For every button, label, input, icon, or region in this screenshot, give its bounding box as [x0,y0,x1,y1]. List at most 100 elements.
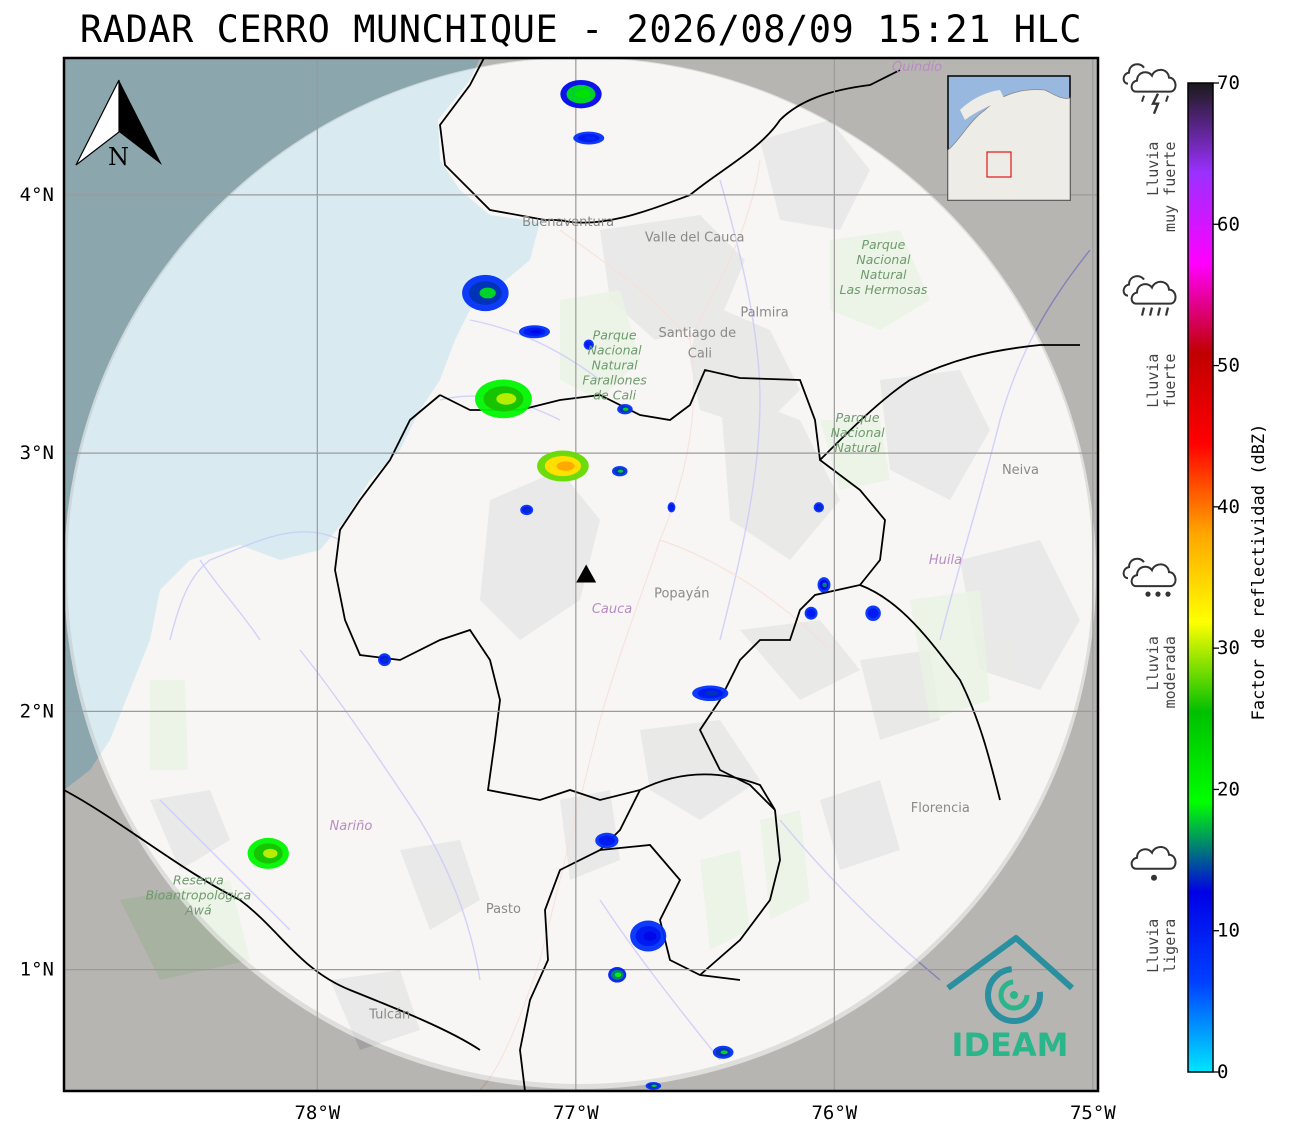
lat-tick-label: 3°N [20,442,54,464]
radar-echo [712,1045,734,1059]
place-label: Quindío [892,60,942,75]
colorbar-tick-label: 50 [1217,355,1240,377]
place-label: Santiago de [658,326,736,341]
echo-core [617,469,624,473]
radar-figure: Buenaventura Valle del Cauca Palmira Santia… [20,56,1269,1124]
echo-core [651,1084,657,1087]
park-label: Awá [184,902,212,917]
radar-echo [475,379,532,419]
echo-core [720,1050,728,1055]
legend-label-line1: Lluvia [1144,636,1162,690]
park-label: Parque [836,410,880,425]
lon-tick-label: 76°W [811,1102,857,1124]
park-label: Las Hermosas [840,282,928,297]
park-label: Bioantropológica [146,887,252,902]
park-label: Farallones [582,372,647,387]
place-label: Neiva [1002,463,1039,478]
place-label: Tulcán [368,1008,410,1023]
radar-echo [865,605,881,621]
radar-echo [667,502,676,513]
echo-core [817,505,822,509]
legend-label-line1: Lluvia [1144,142,1162,196]
lat-tick-label: 4°N [20,184,54,206]
logo-text: IDEAM [952,1026,1069,1064]
legend-label-line2: muy fuerte [1161,142,1179,232]
colorbar-title: Factor de reflectividad (dBZ) [1249,424,1269,721]
park-label: de Cali [593,387,636,402]
radar-echo [560,79,602,109]
echo-core [496,393,517,405]
park-label: Natural [592,357,639,372]
echo-core [871,610,877,616]
map-panel[interactable]: Buenaventura Valle del Cauca Palmira Santia… [64,57,1098,1091]
radar-echo [617,404,633,415]
radar-echo [573,131,605,145]
echo-core [623,407,629,411]
echo-core [822,582,827,588]
echo-core [809,611,814,616]
colorbar-tick-label: 10 [1217,920,1240,942]
radar-echo [518,325,550,339]
echo-core [614,972,622,978]
echo-core [603,838,613,843]
radar-echo [630,920,667,952]
legend-item: Lluvia ligera [1130,845,1179,973]
place-label: Palmira [740,305,788,320]
radar-echo [645,1081,662,1090]
legend-label-line2: ligera [1161,919,1179,973]
place-label: Buenaventura [522,215,614,230]
park-label: Reserva [173,872,224,887]
radar-echo [537,450,589,482]
lon-tick-label: 75°W [1070,1102,1116,1124]
radar-echo [608,967,627,983]
radar-echo [520,504,534,516]
rain-cloud-icon [1130,845,1177,881]
park-label: Natural [860,267,907,282]
colorbar-tick-label: 30 [1217,637,1240,659]
colorbar-gradient [1187,82,1214,1073]
place-label: Popayán [654,587,709,602]
echo-core [263,848,278,859]
echo-core [705,690,719,696]
echo-core [584,136,596,140]
place-label: Huila [929,553,962,568]
echo-core [382,657,388,662]
colorbar-tick-label: 20 [1217,778,1240,800]
radar-echo [247,837,289,869]
radar-echo [612,466,628,477]
park-label: Natural [835,440,882,455]
legend-label-line2: fuerte [1161,354,1179,408]
colorbar: 0 10 20 30 40 50 60 70 Factor de reflectividad … [1187,72,1269,1083]
legend-label-line2: moderada [1161,636,1179,708]
colorbar-tick-label: 70 [1217,72,1240,94]
radar-echo [692,685,729,702]
radar-echo [817,577,831,593]
echo-core [575,89,591,99]
intensity-legend: Lluvia muy fuerteLluvia fuerteLluvia modera… [1122,63,1179,973]
north-arrow-label: N [108,143,129,171]
longitude-tick-labels: 78°W 77°W 76°W 75°W [294,1102,1116,1124]
rain-cloud-icon [1122,63,1177,115]
lon-tick-label: 78°W [294,1102,340,1124]
legend-label-line1: Lluvia [1144,354,1162,408]
place-label: Valle del Cauca [645,230,745,245]
place-label: Florencia [911,801,970,816]
park-label: Nacional [831,425,886,440]
lat-tick-label: 2°N [20,700,54,722]
place-label: Nariño [330,819,373,834]
rain-cloud-icon [1122,557,1177,597]
park-label: Nacional [588,342,643,357]
echo-core [670,505,674,509]
radar-echo [595,832,619,849]
park-label: Parque [593,327,637,342]
coverage-circle [64,58,1096,1089]
lat-tick-label: 1°N [20,959,54,981]
colorbar-tick-label: 0 [1217,1061,1228,1083]
latitude-tick-labels: 1°N 2°N 3°N 4°N [20,184,54,981]
echo-core [530,329,542,334]
colorbar-tick-label: 60 [1217,213,1240,235]
lon-tick-label: 77°W [553,1102,599,1124]
park-label: Nacional [856,252,911,267]
echo-core [525,508,530,512]
colorbar-ticks: 0 10 20 30 40 50 60 70 [1213,72,1240,1083]
